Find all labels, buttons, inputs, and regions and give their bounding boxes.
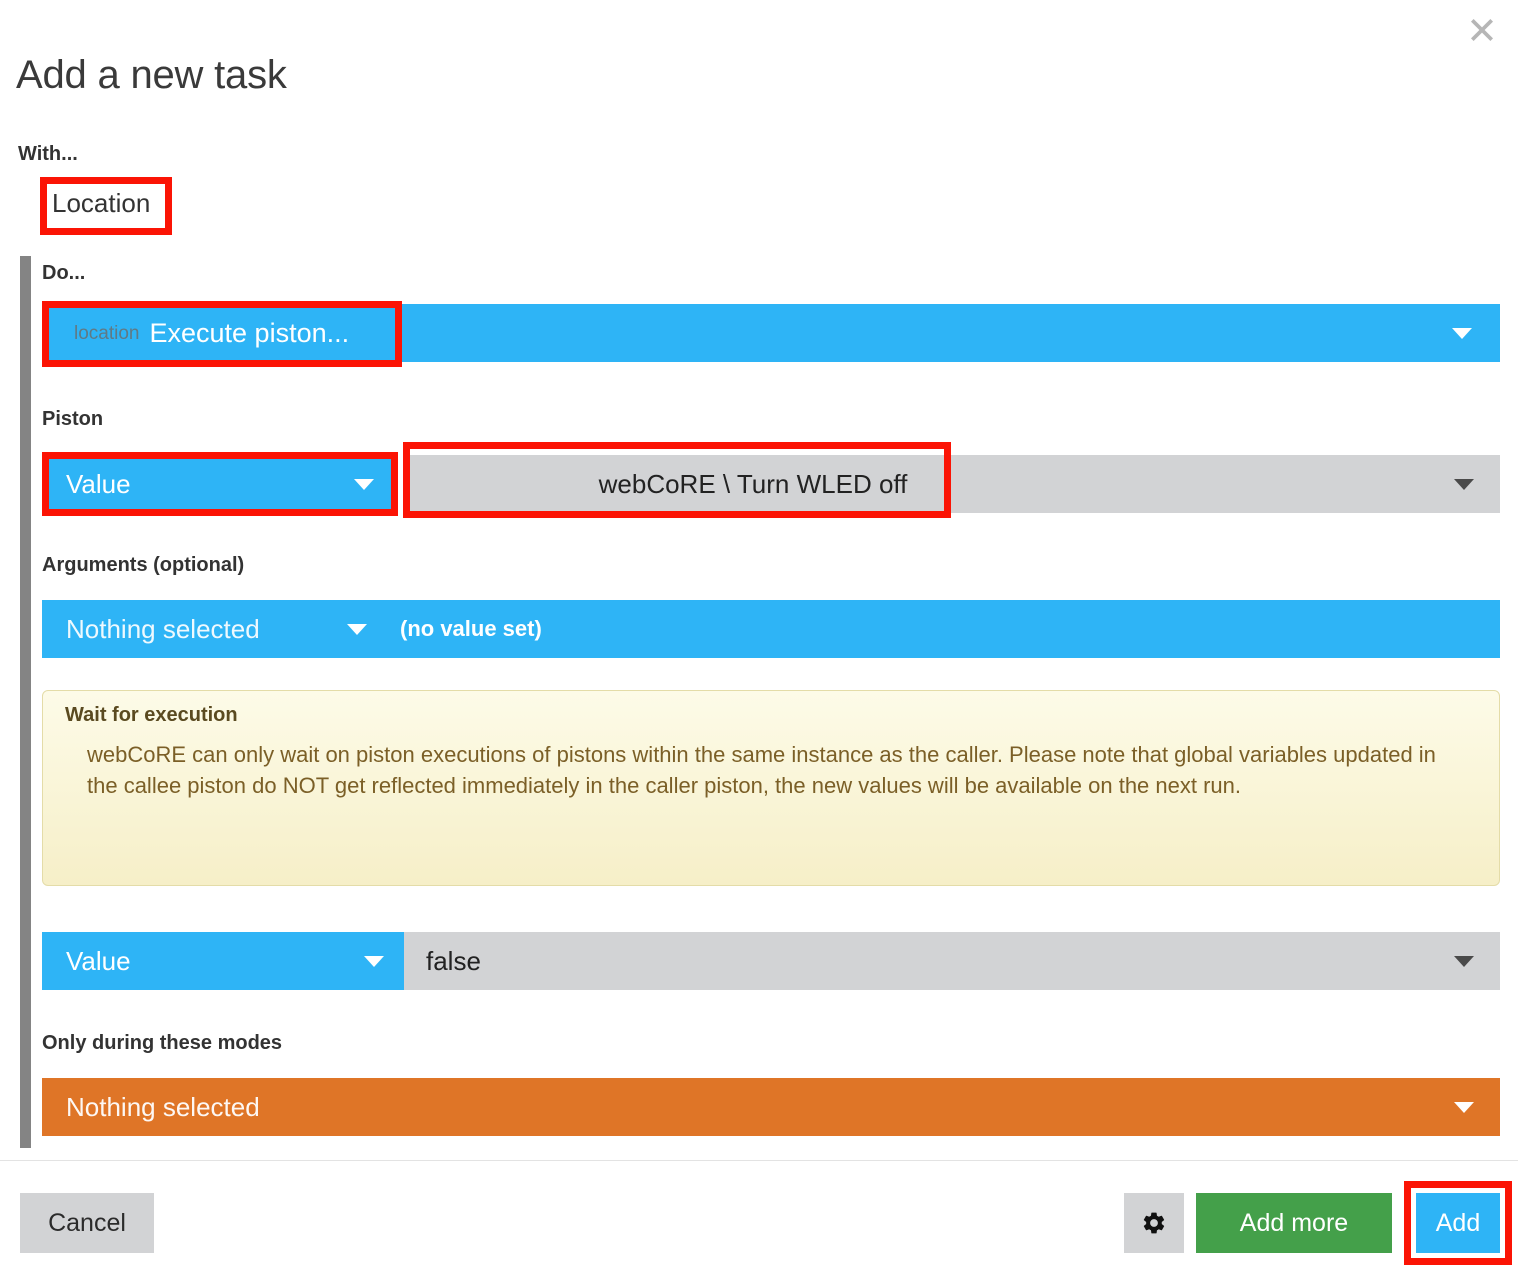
with-label: With... xyxy=(18,143,78,165)
page-title: Add a new task xyxy=(16,53,287,97)
modes-dropdown[interactable]: Nothing selected xyxy=(42,1078,1500,1136)
gear-icon xyxy=(1143,1212,1165,1234)
do-value-label: Execute piston... xyxy=(149,318,350,348)
wait-notice-text: webCoRE can only wait on piston executio… xyxy=(87,742,1436,799)
dialog-footer: Cancel Add more Add xyxy=(0,1160,1518,1280)
with-value[interactable]: Location xyxy=(52,190,150,216)
wait-mode-label: Value xyxy=(66,945,131,976)
chevron-down-icon xyxy=(364,955,384,967)
modes-value-label: Nothing selected xyxy=(66,1091,260,1122)
piston-select-dropdown[interactable]: webCoRE \ Turn WLED off xyxy=(406,455,1500,513)
do-label: Do... xyxy=(42,262,86,284)
indent-rail xyxy=(20,256,31,1148)
cancel-button[interactable]: Cancel xyxy=(20,1193,154,1253)
wait-notice-title: Wait for execution xyxy=(65,704,238,726)
do-prefix-label: location xyxy=(74,322,140,344)
do-value-chip[interactable]: location Execute piston... xyxy=(52,312,392,355)
arguments-value-note: (no value set) xyxy=(400,616,542,641)
add-button[interactable]: Add xyxy=(1416,1193,1500,1253)
wait-value-label: false xyxy=(426,945,481,976)
settings-button[interactable] xyxy=(1124,1193,1184,1253)
chevron-down-icon xyxy=(1454,1101,1474,1113)
wait-for-execution-notice: Wait for execution webCoRE can only wait… xyxy=(42,690,1500,886)
close-icon xyxy=(1471,19,1493,41)
wait-value-dropdown[interactable]: false xyxy=(404,932,1500,990)
piston-mode-dropdown[interactable]: Value xyxy=(42,455,394,513)
wait-mode-dropdown[interactable]: Value xyxy=(42,932,404,990)
arguments-label: Arguments (optional) xyxy=(42,554,245,576)
add-more-button[interactable]: Add more xyxy=(1196,1193,1392,1253)
chevron-down-icon xyxy=(354,478,374,490)
modes-label: Only during these modes xyxy=(42,1032,283,1054)
arguments-selection-label: Nothing selected xyxy=(66,613,260,644)
close-button[interactable] xyxy=(1460,8,1504,52)
piston-label: Piston xyxy=(42,408,104,430)
chevron-down-icon xyxy=(1452,327,1472,339)
chevron-down-icon xyxy=(1454,955,1474,967)
chevron-down-icon xyxy=(340,623,374,635)
piston-select-label: webCoRE \ Turn WLED off xyxy=(598,468,908,499)
piston-mode-label: Value xyxy=(66,468,131,499)
arguments-dropdown[interactable]: Nothing selected (no value set) xyxy=(42,600,1500,658)
